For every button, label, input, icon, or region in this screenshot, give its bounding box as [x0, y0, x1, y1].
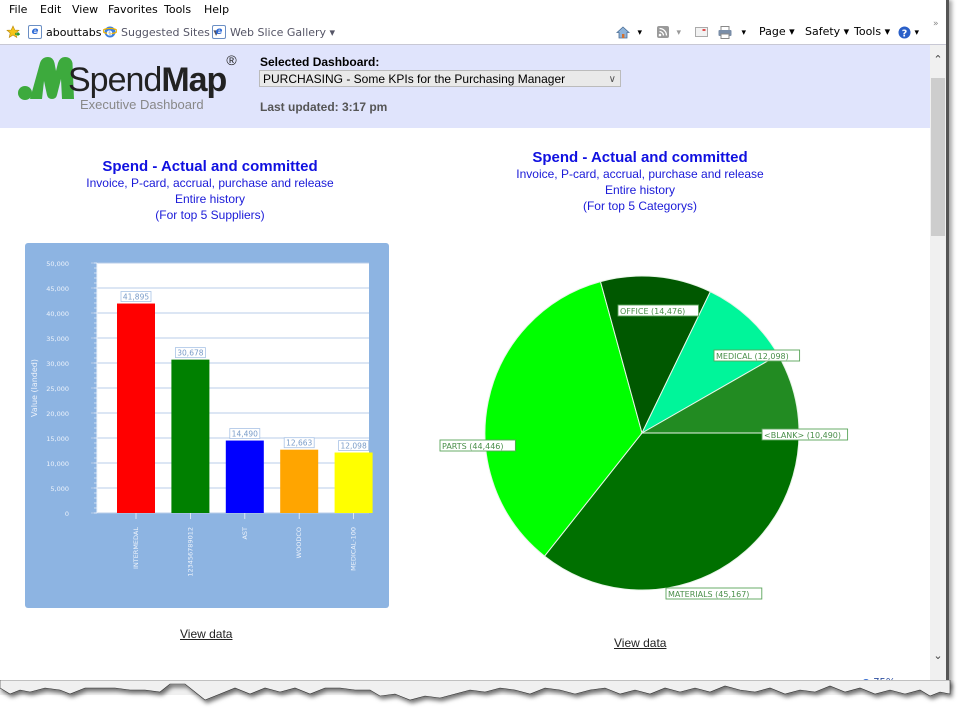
- home-button[interactable]: ▾: [615, 25, 642, 39]
- page-menu-button[interactable]: Page ▾: [759, 25, 795, 38]
- torn-edge-decoration: [0, 680, 951, 701]
- x-tick-label: INTERMEDAL: [132, 527, 140, 569]
- favorite-abouttabs[interactable]: e abouttabs: [28, 25, 102, 39]
- svg-text:e: e: [107, 29, 113, 39]
- rss-feed-icon: [657, 26, 669, 38]
- menu-tools[interactable]: Tools: [164, 3, 191, 16]
- toolbar-overflow-button[interactable]: »: [933, 19, 939, 29]
- ie-logo-icon: e: [103, 26, 117, 39]
- dashboard-select-value: PURCHASING - Some KPIs for the Purchasin…: [263, 72, 566, 86]
- chart-title: Spend - Actual and committed: [532, 149, 748, 166]
- safety-menu-button[interactable]: Safety ▾: [805, 25, 849, 38]
- supplier-bar-chart: 0 5,000 10,000 15,000 20,000 25,000 30,000 35,0…: [25, 243, 389, 608]
- menu-bar: File Edit View Favorites Tools Help: [0, 0, 946, 18]
- chart-subtitle: Invoice, P-card, accrual, purchase and r…: [516, 167, 764, 181]
- bar: [171, 359, 210, 513]
- feeds-button[interactable]: ▾: [657, 25, 681, 38]
- y-tick-label: 45,000: [46, 285, 69, 293]
- y-axis-label: Value (landed): [30, 359, 39, 417]
- chart-subtitle: Invoice, P-card, accrual, purchase and r…: [86, 176, 334, 190]
- favorites-bar: e abouttabs e Suggested Sites ▾ e Web Sl…: [0, 19, 946, 45]
- supplier-chart-heading: Spend - Actual and committed Invoice, P-…: [40, 158, 380, 223]
- y-tick-label: 20,000: [46, 410, 69, 418]
- vertical-scrollbar[interactable]: ⌃ ⌄: [930, 45, 946, 685]
- scroll-down-icon[interactable]: ⌄: [930, 649, 946, 662]
- bar: [225, 440, 264, 513]
- pie-label: <BLANK> (10,490): [764, 431, 841, 440]
- svg-text:?: ?: [902, 28, 908, 39]
- menu-help[interactable]: Help: [204, 3, 229, 16]
- menu-file[interactable]: File: [9, 3, 27, 16]
- data-label: 14,490: [232, 430, 258, 439]
- bar: [334, 452, 373, 513]
- print-button[interactable]: ▾: [718, 25, 746, 39]
- y-tick-label: 25,000: [46, 385, 69, 393]
- scroll-thumb[interactable]: [931, 78, 945, 236]
- chart-subtitle: (For top 5 Categorys): [582, 199, 698, 213]
- selected-dashboard-label: Selected Dashboard:: [260, 55, 380, 69]
- x-tick-label: 123456789012: [186, 527, 194, 577]
- mail-icon: [695, 27, 708, 37]
- dashboard-header: SpendMap® Executive Dashboard Selected D…: [0, 45, 930, 128]
- view-data-link-categories[interactable]: View data: [614, 636, 666, 650]
- y-tick-label: 0: [65, 510, 69, 518]
- help-menu-button[interactable]: ? ▾: [898, 25, 919, 39]
- y-tick-label: 40,000: [46, 310, 69, 318]
- browser-window: File Edit View Favorites Tools Help e ab…: [0, 0, 949, 695]
- y-tick-label: 50,000: [46, 260, 69, 268]
- menu-edit[interactable]: Edit: [40, 3, 61, 16]
- menu-view[interactable]: View: [72, 3, 98, 16]
- y-tick-label: 15,000: [46, 435, 69, 443]
- chart-title: Spend - Actual and committed: [102, 158, 318, 175]
- brand-subtitle: Executive Dashboard: [80, 97, 204, 112]
- help-icon: ?: [898, 26, 911, 39]
- tools-menu-button[interactable]: Tools ▾: [854, 25, 890, 38]
- data-label: 30,678: [177, 349, 203, 358]
- data-label: 41,895: [123, 293, 149, 302]
- page-viewport: SpendMap® Executive Dashboard Selected D…: [0, 45, 930, 685]
- x-tick-label: WOODCO: [295, 527, 303, 558]
- bar: [117, 303, 155, 513]
- data-label: 12,663: [286, 439, 312, 448]
- x-tick-label: AST: [241, 527, 249, 540]
- ie-page-icon: e: [212, 25, 226, 39]
- pie-label: OFFICE (14,476): [620, 307, 685, 316]
- bar: [280, 449, 319, 513]
- scroll-up-icon[interactable]: ⌃: [930, 53, 946, 66]
- favorite-suggested-sites[interactable]: e Suggested Sites ▾: [103, 25, 219, 39]
- dashboard-select[interactable]: PURCHASING - Some KPIs for the Purchasin…: [259, 70, 621, 87]
- spendmap-logo-icon: [18, 57, 74, 100]
- printer-icon: [718, 25, 732, 39]
- chevron-down-icon: ∨: [608, 74, 616, 85]
- brand-name: SpendMap®: [68, 51, 237, 99]
- favorite-web-slice-gallery[interactable]: e Web Slice Gallery ▾: [212, 25, 335, 39]
- y-tick-label: 10,000: [46, 460, 69, 468]
- chart-subtitle: Entire history: [174, 192, 246, 206]
- pie-label: PARTS (44,446): [442, 442, 504, 451]
- menu-favorites[interactable]: Favorites: [108, 3, 158, 16]
- favorites-star-icon[interactable]: [6, 25, 20, 39]
- data-label: 12,098: [340, 442, 366, 451]
- y-tick-label: 5,000: [50, 485, 69, 493]
- ie-page-icon: e: [28, 25, 42, 39]
- last-updated: Last updated: 3:17 pm: [260, 100, 388, 114]
- home-icon: [615, 25, 631, 38]
- view-data-link-suppliers[interactable]: View data: [180, 627, 232, 641]
- pie-label: MATERIALS (45,167): [668, 590, 749, 599]
- category-pie-chart: MATERIALS (45,167) PARTS (44,446) OFFICE (…: [439, 275, 849, 600]
- read-mail-button[interactable]: [695, 25, 708, 38]
- category-chart-heading: Spend - Actual and committed Invoice, P-…: [470, 149, 810, 214]
- chart-subtitle: Entire history: [604, 183, 676, 197]
- x-tick-label: MEDICAL-100: [350, 527, 358, 571]
- chart-subtitle: (For top 5 Suppliers): [155, 208, 265, 222]
- y-tick-label: 30,000: [46, 360, 69, 368]
- y-tick-label: 35,000: [46, 335, 69, 343]
- pie-label: MEDICAL (12,098): [716, 352, 789, 361]
